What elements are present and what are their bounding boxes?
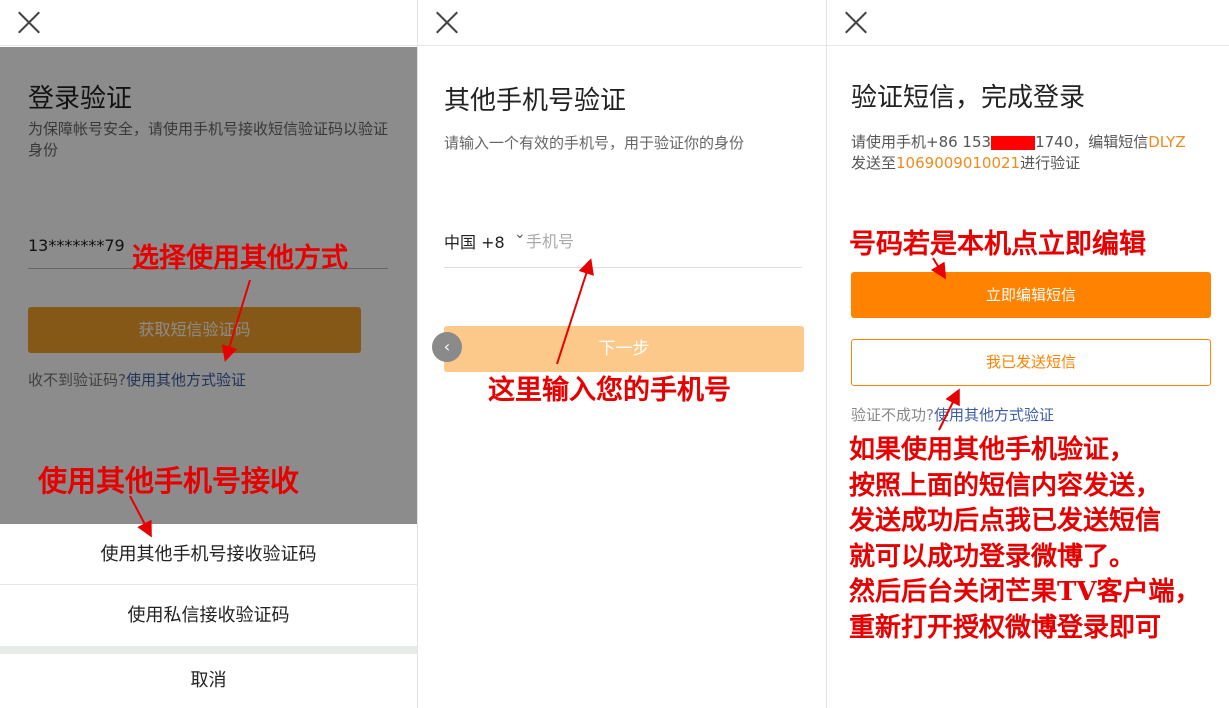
fail-text: 验证不成功? (851, 406, 934, 424)
sheet-option-private-message[interactable]: 使用私信接收验证码 (0, 586, 417, 646)
close-icon[interactable] (16, 9, 42, 35)
close-icon[interactable] (434, 9, 460, 35)
annotation-line: 发送成功后点我已发送短信 (849, 506, 1162, 536)
sms-instructions: 请使用手机+86 153 1740，编辑短信DLYZ 发送至10690090100… (851, 132, 1223, 174)
other-phone-verify-panel: 其他手机号验证 请输入一个有效的手机号，用于验证你的身份 中国 +8 ⌄ 下一步… (418, 0, 826, 708)
annotation-choose-other: 选择使用其他方式 (132, 243, 348, 274)
close-icon[interactable] (843, 9, 869, 35)
annotation-line: 然后后台关闭芒果TV客户端， (849, 577, 1201, 607)
sms-verify-panel: 验证短信，完成登录 请使用手机+86 153 1740，编辑短信DLYZ 发送至1… (827, 0, 1229, 708)
country-code-select[interactable]: 中国 +8 (444, 229, 505, 253)
sms-sent-button[interactable]: 我已发送短信 (851, 339, 1211, 386)
sheet-separator (0, 646, 417, 654)
back-arrow-icon[interactable]: ‹ (432, 332, 462, 362)
modal-overlay[interactable] (0, 47, 417, 524)
action-sheet: 使用其他手机号接收验证码 使用私信接收验证码 取消 (0, 524, 417, 708)
chevron-down-icon[interactable]: ⌄ (514, 226, 526, 242)
annotation-instructions: 如果使用其他手机验证， 按照上面的短信内容发送， 发送成功后点我已发送短信 就可… (849, 433, 1201, 646)
page-title: 其他手机号验证 (444, 86, 627, 116)
annotation-line: 如果使用其他手机验证， (849, 435, 1136, 465)
divider (444, 267, 802, 268)
send-number: 1069009010021 (896, 154, 1021, 172)
annotation-line: 就可以成功登录微博了。 (849, 541, 1136, 572)
top-bar (418, 0, 826, 46)
send-to-suffix: 进行验证 (1020, 154, 1081, 172)
annotation-enter-phone: 这里输入您的手机号 (488, 375, 731, 406)
page-subtitle: 请输入一个有效的手机号，用于验证你的身份 (444, 134, 745, 152)
annotation-line: 按照上面的短信内容发送， (849, 470, 1162, 501)
send-to-prefix: 发送至 (851, 154, 897, 172)
edit-sms-button[interactable]: 立即编辑短信 (851, 272, 1211, 318)
phone-input[interactable] (526, 229, 796, 253)
top-bar (827, 0, 1229, 46)
instructions-prefix: 请使用手机+86 153 (851, 133, 992, 151)
top-bar (0, 0, 417, 46)
sms-code: DLYZ (1148, 133, 1186, 151)
other-method-link[interactable]: 使用其他方式验证 (934, 406, 1054, 424)
next-step-button[interactable]: 下一步 (444, 326, 804, 372)
verify-failed-hint: 验证不成功?使用其他方式验证 (851, 404, 1054, 425)
page-title: 验证短信，完成登录 (851, 83, 1086, 113)
sheet-option-other-phone[interactable]: 使用其他手机号接收验证码 (0, 524, 417, 585)
login-verify-panel: 登录验证 为保障帐号安全，请使用手机号接收短信验证码以验证身份 13******… (0, 0, 417, 708)
annotation-use-other-phone: 使用其他手机号接收 (38, 464, 300, 498)
annotation-if-local: 号码若是本机点立即编辑 (849, 229, 1146, 260)
annotation-line: 重新打开授权微博登录即可 (849, 612, 1162, 643)
sheet-cancel-button[interactable]: 取消 (0, 654, 417, 708)
redaction-mark (991, 135, 1036, 150)
instructions-suffix: 1740，编辑短信 (1035, 133, 1149, 151)
